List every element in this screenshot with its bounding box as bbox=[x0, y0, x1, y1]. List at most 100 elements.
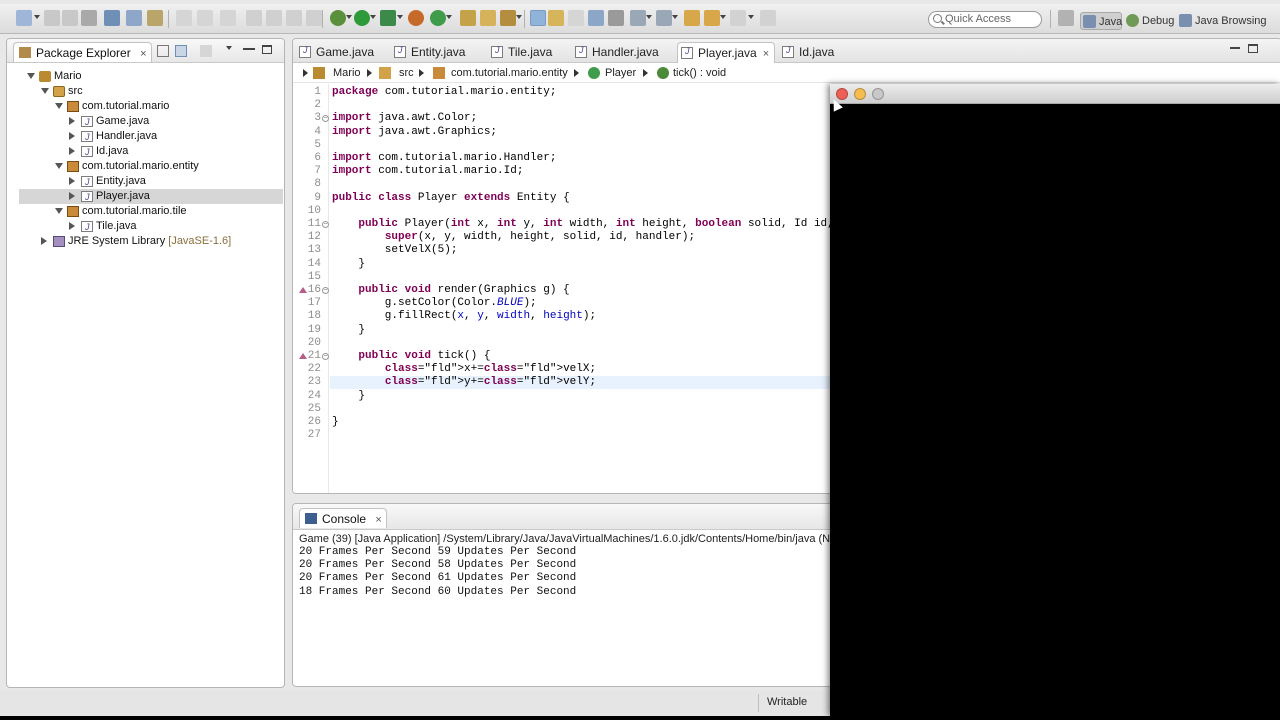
print-icon[interactable] bbox=[81, 10, 97, 26]
code-line[interactable]: class="fld">x+=class="fld">velX; bbox=[332, 363, 596, 376]
code-line[interactable]: g.fillRect(x, y, width, height); bbox=[332, 310, 596, 323]
code-line[interactable]: import com.tutorial.mario.Id; bbox=[332, 165, 523, 178]
code-line[interactable]: setVelX(5); bbox=[332, 244, 458, 257]
chevron-down-icon[interactable] bbox=[446, 15, 452, 19]
code-line[interactable]: import com.tutorial.mario.Handler; bbox=[332, 152, 556, 165]
breadcrumb-item[interactable]: tick() : void bbox=[673, 67, 726, 79]
tab-tile-java[interactable]: Tile.java bbox=[488, 42, 569, 63]
debug-bug-icon[interactable] bbox=[330, 10, 346, 26]
suspend-icon[interactable] bbox=[266, 10, 282, 26]
fold-toggle-icon[interactable]: − bbox=[322, 221, 329, 228]
code-line[interactable]: } bbox=[332, 324, 365, 337]
code-line[interactable]: import java.awt.Graphics; bbox=[332, 126, 497, 139]
redo-icon[interactable] bbox=[197, 10, 213, 26]
chevron-down-icon[interactable] bbox=[226, 46, 232, 50]
collapsed-twisty-icon[interactable] bbox=[69, 222, 75, 230]
minimize-window-button[interactable] bbox=[854, 88, 866, 100]
close-icon[interactable]: × bbox=[375, 514, 381, 526]
tab-handler-java[interactable]: Handler.java bbox=[572, 42, 674, 63]
tree-item[interactable]: com.tutorial.mario.entity bbox=[19, 159, 283, 174]
tree-item[interactable]: Id.java bbox=[19, 144, 283, 160]
tab-console[interactable]: Console × bbox=[299, 508, 387, 528]
perspective-java-browsing-button[interactable]: Java Browsing bbox=[1177, 12, 1267, 30]
chevron-down-icon[interactable] bbox=[516, 15, 522, 19]
game-canvas[interactable] bbox=[830, 104, 1280, 716]
close-icon[interactable]: × bbox=[763, 48, 769, 60]
collapsed-twisty-icon[interactable] bbox=[69, 192, 75, 200]
link-with-editor-icon[interactable] bbox=[175, 45, 187, 57]
toggle-icon[interactable] bbox=[147, 10, 163, 26]
close-icon[interactable]: × bbox=[140, 48, 146, 60]
expanded-twisty-icon[interactable] bbox=[41, 88, 49, 94]
tree-item[interactable]: Game.java bbox=[19, 114, 283, 130]
quick-access-input[interactable]: Quick Access bbox=[928, 11, 1042, 28]
expanded-twisty-icon[interactable] bbox=[55, 208, 63, 214]
collapsed-twisty-icon[interactable] bbox=[69, 177, 75, 185]
open-type-icon[interactable] bbox=[500, 10, 516, 26]
forward-arrow-icon[interactable] bbox=[730, 10, 746, 26]
chevron-down-icon[interactable] bbox=[370, 15, 376, 19]
undo-icon[interactable] bbox=[176, 10, 192, 26]
next-annotation-icon[interactable] bbox=[630, 10, 646, 26]
terminate-icon[interactable] bbox=[286, 10, 302, 26]
breadcrumb-item[interactable]: Player bbox=[605, 67, 636, 79]
override-marker-icon[interactable] bbox=[299, 353, 307, 359]
zoom-window-button[interactable] bbox=[872, 88, 884, 100]
mark-occurrences-icon[interactable] bbox=[530, 10, 546, 26]
minimize-icon[interactable] bbox=[1230, 47, 1240, 49]
new-icon[interactable] bbox=[16, 10, 32, 26]
code-line[interactable]: class="fld">y+=class="fld">velY; bbox=[332, 376, 596, 389]
code-line[interactable]: public void render(Graphics g) { bbox=[332, 284, 569, 297]
collapsed-twisty-icon[interactable] bbox=[69, 132, 75, 140]
code-line[interactable]: } bbox=[332, 416, 339, 429]
collapsed-twisty-icon[interactable] bbox=[69, 117, 75, 125]
code-line[interactable]: import java.awt.Color; bbox=[332, 112, 477, 125]
back-arrow-icon[interactable] bbox=[684, 10, 700, 26]
pin-editor-icon[interactable] bbox=[760, 10, 776, 26]
expanded-twisty-icon[interactable] bbox=[55, 103, 63, 109]
chevron-down-icon[interactable] bbox=[748, 15, 754, 19]
chevron-down-icon[interactable] bbox=[720, 15, 726, 19]
fold-toggle-icon[interactable]: − bbox=[322, 287, 329, 294]
chevron-down-icon[interactable] bbox=[672, 15, 678, 19]
tab-entity-java[interactable]: Entity.java bbox=[391, 42, 485, 63]
collapsed-twisty-icon[interactable] bbox=[41, 237, 47, 245]
chevron-down-icon[interactable] bbox=[397, 15, 403, 19]
tab-id-java[interactable]: Id.java bbox=[779, 42, 839, 63]
new-package-icon[interactable] bbox=[460, 10, 476, 26]
minimize-icon[interactable] bbox=[243, 48, 255, 50]
tree-item[interactable]: com.tutorial.mario bbox=[19, 99, 283, 114]
tree-item[interactable]: Tile.java bbox=[19, 219, 283, 235]
code-line[interactable]: super(x, y, width, height, solid, id, ha… bbox=[332, 231, 695, 244]
tree-item[interactable]: Handler.java bbox=[19, 129, 283, 145]
back-history-icon[interactable] bbox=[704, 10, 720, 26]
expanded-twisty-icon[interactable] bbox=[55, 163, 63, 169]
show-whitespace-icon[interactable] bbox=[608, 10, 624, 26]
tree-item[interactable]: src bbox=[19, 84, 283, 99]
tab-package-explorer[interactable]: Package Explorer × bbox=[13, 42, 152, 62]
tree-item[interactable]: Mario bbox=[19, 69, 283, 84]
prev-annotation-icon[interactable] bbox=[656, 10, 672, 26]
collapse-all-icon[interactable] bbox=[157, 45, 169, 57]
tab-player-java[interactable]: Player.java × bbox=[677, 42, 775, 63]
block-selection-icon[interactable] bbox=[568, 10, 584, 26]
code-line[interactable]: package com.tutorial.mario.entity; bbox=[332, 86, 556, 99]
tab-game-java[interactable]: Game.java bbox=[296, 42, 388, 63]
tree-item[interactable]: Player.java bbox=[19, 189, 283, 205]
chevron-down-icon[interactable] bbox=[646, 15, 652, 19]
code-line[interactable]: public class Player extends Entity { bbox=[332, 192, 570, 205]
new-java-class-icon[interactable] bbox=[430, 10, 446, 26]
fold-toggle-icon[interactable]: − bbox=[322, 353, 329, 360]
debug-tools-icon[interactable] bbox=[104, 10, 120, 26]
resume-icon[interactable] bbox=[246, 10, 262, 26]
code-line[interactable]: } bbox=[332, 258, 365, 271]
breadcrumb-item[interactable]: com.tutorial.mario.entity bbox=[451, 67, 568, 79]
open-folder-icon[interactable] bbox=[480, 10, 496, 26]
open-perspective-icon[interactable] bbox=[1058, 10, 1074, 26]
fold-toggle-icon[interactable]: − bbox=[322, 115, 329, 123]
maximize-icon[interactable] bbox=[262, 45, 272, 54]
override-marker-icon[interactable] bbox=[299, 287, 307, 293]
perspective-debug-button[interactable]: Debug bbox=[1124, 12, 1174, 30]
maximize-icon[interactable] bbox=[1248, 44, 1258, 53]
tree-item[interactable]: JRE System Library [JavaSE-1.6] bbox=[19, 234, 283, 249]
